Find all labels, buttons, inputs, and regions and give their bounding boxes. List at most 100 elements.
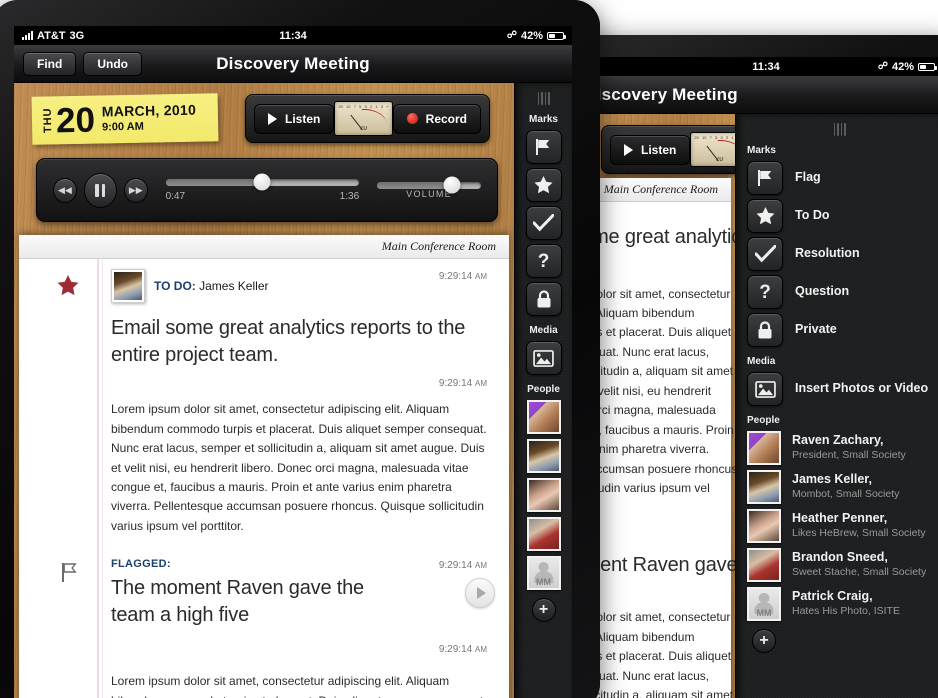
date-time: 9:00 AM xyxy=(101,120,144,134)
volume-slider[interactable]: VOLUME xyxy=(377,176,481,199)
sidebar-person-4-collapsed[interactable]: MM xyxy=(515,556,572,590)
person-name: James Keller, xyxy=(792,472,872,487)
scrubber[interactable]: 0:47 1:36 xyxy=(165,173,360,202)
play-icon-entry xyxy=(476,587,486,600)
sidebar-item-resolution-collapsed[interactable] xyxy=(515,206,572,240)
sidebar-item-insert-media-collapsed[interactable] xyxy=(515,341,572,375)
sidebar-item-resolution[interactable]: Resolution xyxy=(736,237,938,271)
listen-label-back: Listen xyxy=(641,142,677,157)
people-section-label-collapsed: People xyxy=(527,384,560,395)
nav-bar: Find Undo Discovery Meeting xyxy=(14,45,572,83)
date-day: 20 xyxy=(55,100,96,140)
sidebar-person-1[interactable]: James Keller, Mombot, Small Society xyxy=(736,470,938,504)
sidebar-label-question: Question xyxy=(795,284,850,299)
note-entry-2[interactable]: FLAGGED: 9:29:14 AM The moment Raven gav… xyxy=(19,536,509,698)
sidebar-person-1-collapsed[interactable] xyxy=(515,439,572,473)
entry-avatar-1 xyxy=(111,269,145,303)
wood-background: THU 20 MARCH, 2010 9:00 AM Listen 20 10 7 5 xyxy=(14,83,514,698)
avatar xyxy=(747,509,781,543)
sidebar-grip[interactable] xyxy=(736,114,938,136)
sidebar-person-3-collapsed[interactable] xyxy=(515,517,572,551)
entry-mark-star[interactable] xyxy=(57,275,79,301)
avatar: MM xyxy=(747,587,781,621)
entry-headline-1: Email some great analytics reports to th… xyxy=(111,317,466,366)
media-section-label: Media xyxy=(747,356,776,367)
note-entry-1[interactable]: TO DO: James Keller 9:29:14 AM Email som… xyxy=(19,259,509,536)
sidebar-grip-collapsed[interactable] xyxy=(515,83,572,105)
scrubber-knob[interactable] xyxy=(253,173,271,191)
sidebar-collapsed: Marks ? Media People MM + xyxy=(514,83,572,698)
add-person-button[interactable]: + xyxy=(752,629,776,653)
volume-knob[interactable] xyxy=(443,176,461,194)
entry-body-back-1: Lorem ipsum dolor sit amet, consectetur … xyxy=(589,286,735,495)
listen-label: Listen xyxy=(285,111,321,126)
listen-button[interactable]: Listen xyxy=(254,103,335,134)
listen-button-back[interactable]: Listen xyxy=(610,134,691,165)
entry-kicker-1: TO DO: James Keller xyxy=(154,279,268,293)
entry-body-meridiem-2: AM xyxy=(475,645,487,655)
lock-icon xyxy=(747,313,783,347)
sidebar-person-2[interactable]: Heather Penner, Likes HeBrew, Small Soci… xyxy=(736,509,938,543)
sidebar-item-question[interactable]: ? Question xyxy=(736,275,938,309)
sidebar-person-3[interactable]: Brandon Sneed, Sweet Stache, Small Socie… xyxy=(736,548,938,582)
total-time: 1:36 xyxy=(339,190,360,202)
sheet-header: Main Conference Room xyxy=(19,235,509,259)
date-dow: THU xyxy=(41,107,55,134)
sidebar-item-private-collapsed[interactable] xyxy=(515,282,572,316)
question-icon: ? xyxy=(747,275,783,309)
scrubber-times: 0:47 1:36 xyxy=(166,191,360,202)
star-icon xyxy=(525,168,562,202)
entry-headline-back-1: Email some great analytics reports to th… xyxy=(589,226,735,248)
sidebar-item-question-collapsed[interactable]: ? xyxy=(515,244,572,278)
transport-bar-back: Listen 2010753210+ VU Record xyxy=(601,125,735,174)
entry-kicker-name-1: James Keller xyxy=(199,279,269,293)
sidebar-person-0-collapsed[interactable] xyxy=(515,400,572,434)
sidebar-label-flag: Flag xyxy=(795,170,821,185)
date-right: MARCH, 2010 9:00 AM xyxy=(102,102,197,135)
sidebar-item-flag[interactable]: Flag xyxy=(736,161,938,195)
rewind-button[interactable]: ◀◀ xyxy=(53,177,77,203)
entry-play-button[interactable] xyxy=(465,578,495,609)
volume-label: VOLUME xyxy=(406,188,452,199)
marks-section-label: Marks xyxy=(747,145,776,156)
pause-button[interactable] xyxy=(83,172,117,208)
sidebar-person-4[interactable]: MM Patrick Craig, Hates His Photo, ISITE xyxy=(736,587,938,621)
nav-bar-back: Discovery Meeting xyxy=(589,76,938,114)
entry-kicker-2: FLAGGED: xyxy=(111,558,171,571)
sidebar-item-todo-collapsed[interactable] xyxy=(515,168,572,202)
sidebar-item-flag-collapsed[interactable] xyxy=(515,130,572,164)
notes-list[interactable]: TO DO: James Keller 9:29:14 AM Email som… xyxy=(19,259,509,698)
app-body-back: Listen 2010753210+ VU Record xyxy=(589,114,938,698)
undo-button[interactable]: Undo xyxy=(83,51,142,76)
entry-body-timestamp-2: 9:29:14 AM xyxy=(439,644,487,655)
sidebar-label-private: Private xyxy=(795,322,837,337)
question-icon: ? xyxy=(525,244,562,278)
sidebar-person-2-collapsed[interactable] xyxy=(515,478,572,512)
person-title: Mombot, Small Society xyxy=(792,488,900,501)
sidebar-item-todo[interactable]: To Do xyxy=(736,199,938,233)
add-person-button-collapsed[interactable]: + xyxy=(531,598,556,622)
forward-button[interactable]: ▶▶ xyxy=(123,177,148,203)
check-icon xyxy=(525,206,562,240)
play-icon xyxy=(268,112,277,125)
room-label-back: Main Conference Room xyxy=(603,182,718,196)
photo-icon xyxy=(525,341,562,375)
status-bar-back: 11:34 ☍ 42% xyxy=(589,57,938,76)
note-entry-back-1[interactable]: Email some great analytics reports to th… xyxy=(589,202,735,518)
note-sheet-back: Main Conference Room Email some great an… xyxy=(589,178,735,698)
note-entry-back-2[interactable]: The moment Raven gave the team a high fi… xyxy=(589,518,735,698)
record-button[interactable]: Record xyxy=(392,103,481,134)
sidebar-item-insert-media[interactable]: Insert Photos or Video xyxy=(736,372,938,406)
entry-meridiem-1: AM xyxy=(475,272,487,281)
find-button[interactable]: Find xyxy=(23,51,77,76)
volume-fill xyxy=(377,181,452,189)
sidebar-person-0[interactable]: Raven Zachary, President, Small Society xyxy=(736,431,938,465)
people-section-label: People xyxy=(747,415,780,426)
tablet-front: AT&T 3G 11:34 ☍ 42% Find Undo Discovery … xyxy=(0,0,600,698)
person-title: Hates His Photo, ISITE xyxy=(792,605,900,618)
entry-body-2: Lorem ipsum dolor sit amet, consectetur … xyxy=(111,674,487,698)
entry-mark-flag[interactable] xyxy=(61,562,78,588)
photo-icon xyxy=(747,372,783,406)
sidebar-item-private[interactable]: Private xyxy=(736,313,938,347)
entry-body-timestamp-1: 9:29:14 AM xyxy=(439,378,487,389)
